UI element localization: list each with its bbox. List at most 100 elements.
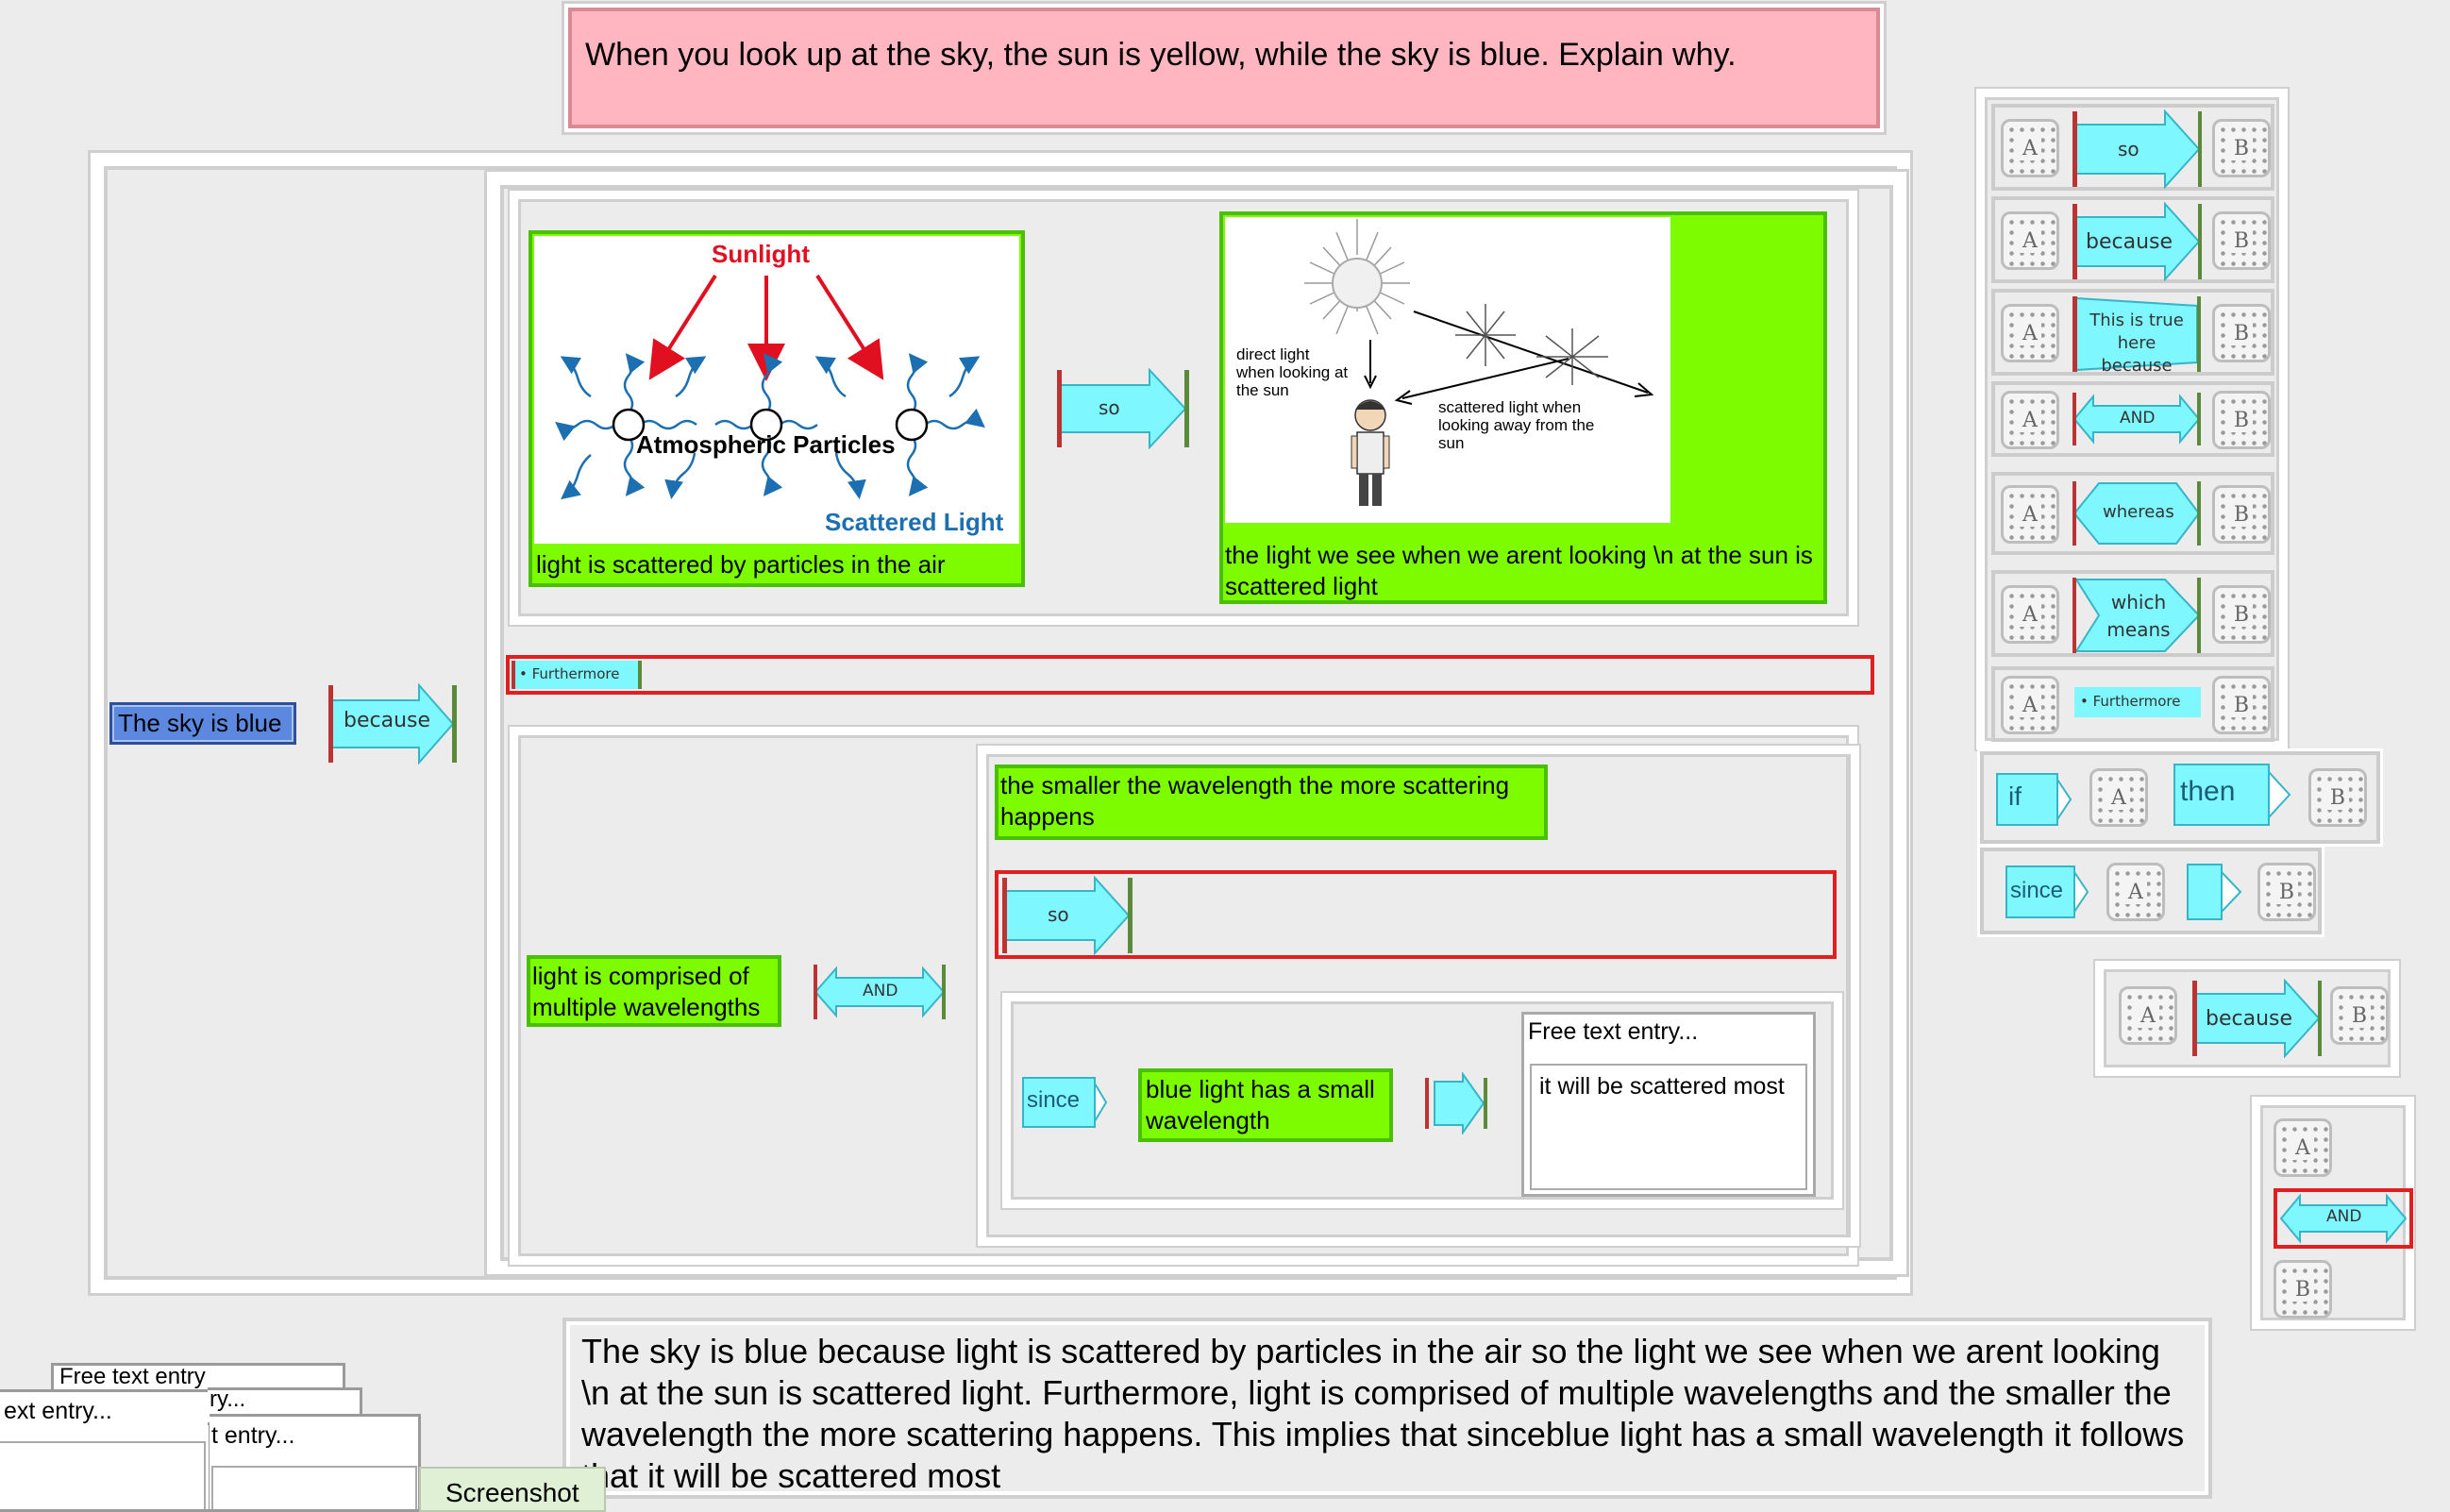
- slot-a-tile[interactable]: A: [2001, 119, 2059, 177]
- slot-a-tile[interactable]: A: [2001, 485, 2059, 544]
- slot-b-label: B: [2291, 1277, 2315, 1302]
- premise-wavelengths[interactable]: light is comprised of multiple wavelengt…: [527, 955, 781, 1027]
- floating-and-label: AND: [2326, 1207, 2362, 1226]
- stacked-window-2-input[interactable]: [0, 1441, 206, 1509]
- slot-b-label: B: [2229, 136, 2254, 160]
- floating-because-label: because: [2206, 1007, 2293, 1031]
- furthermore-chip-label: • Furthermore: [519, 665, 620, 682]
- slot-a-tile[interactable]: A: [2001, 676, 2059, 734]
- stacked-window-3-title: ry...: [210, 1387, 246, 1412]
- statement-wavelength-scattering[interactable]: the smaller the wavelength the more scat…: [995, 764, 1548, 840]
- slot-b-tile[interactable]: B: [2308, 768, 2367, 827]
- palette-whereas[interactable]: A whereas B: [1991, 472, 2274, 555]
- slot-b-tile[interactable]: B: [2212, 485, 2271, 544]
- free-text-title: Free text entry...: [1528, 1018, 1699, 1045]
- furthermore-chip[interactable]: • Furthermore: [512, 661, 642, 689]
- palette-so[interactable]: A so B: [1991, 104, 2274, 191]
- palette-because-arrow[interactable]: because: [2071, 201, 2203, 282]
- palette-and-arrow[interactable]: AND: [2071, 391, 2203, 447]
- if-connector[interactable]: if: [1995, 772, 2074, 827]
- so-connector[interactable]: so: [1055, 368, 1191, 449]
- stacked-window-2[interactable]: ext entry...: [0, 1389, 211, 1512]
- slot-b-tile[interactable]: B: [2212, 585, 2271, 644]
- free-text-input[interactable]: it will be scattered most: [1530, 1064, 1807, 1190]
- palette-because[interactable]: A because B: [1991, 196, 2274, 283]
- particles-label: Atmospheric Particles: [636, 430, 896, 459]
- palette-since-arrow[interactable]: [2186, 863, 2244, 921]
- slot-b-tile[interactable]: B: [2257, 863, 2316, 921]
- palette-whereas-arrow[interactable]: whereas: [2071, 479, 2203, 547]
- since-label: since: [1027, 1087, 1081, 1113]
- palette-so-arrow[interactable]: so: [2071, 109, 2203, 190]
- slot-a-label: A: [2137, 1003, 2159, 1028]
- evidence-card-scattering[interactable]: Sunlight Atmospheric Particles Scattered…: [529, 230, 1025, 587]
- palette-since[interactable]: since A B: [1980, 848, 2322, 934]
- slot-b-tile[interactable]: B: [2212, 391, 2271, 449]
- free-text-entry[interactable]: Free text entry... it will be scattered …: [1521, 1012, 1816, 1197]
- premise-blue-light[interactable]: blue light has a small wavelength: [1138, 1068, 1393, 1142]
- slot-a-label: A: [2019, 408, 2041, 432]
- slot-a-tile[interactable]: A: [2001, 211, 2059, 270]
- slot-b-tile[interactable]: B: [2212, 211, 2271, 270]
- then-connector[interactable]: then: [2173, 763, 2295, 827]
- palette-if-then[interactable]: if A then B: [1980, 751, 2380, 844]
- so-slot-label: so: [1048, 903, 1069, 926]
- claim-text: The sky is blue: [118, 709, 282, 737]
- so-slot-connector[interactable]: so: [1000, 876, 1134, 955]
- slot-a-tile[interactable]: A: [2001, 585, 2059, 644]
- stacked-window-4[interactable]: t entry...: [210, 1414, 421, 1512]
- implies-connector[interactable]: [1421, 1072, 1491, 1134]
- slot-a-tile[interactable]: A: [2001, 304, 2059, 362]
- palette-furthermore[interactable]: A • Furthermore B: [1991, 666, 2274, 742]
- stacked-window-2-title: ext entry...: [4, 1398, 112, 1424]
- slot-a-label: A: [2019, 693, 2041, 717]
- palette-since-connector[interactable]: since: [2005, 865, 2091, 919]
- screenshot-tab-label: Screenshot: [445, 1478, 579, 1507]
- palette-which-means[interactable]: A which means B: [1991, 570, 2274, 657]
- stacked-window-4-input[interactable]: [211, 1466, 417, 1509]
- slot-b-tile[interactable]: B: [2330, 986, 2389, 1045]
- slot-b-tile[interactable]: B: [2212, 304, 2271, 362]
- slot-b-tile[interactable]: B: [2212, 676, 2271, 734]
- floating-because-arrow[interactable]: because: [2190, 978, 2323, 1059]
- slot-b-label: B: [2229, 502, 2254, 527]
- palette-which-means-arrow[interactable]: which means: [2071, 576, 2203, 655]
- premise-blue-light-text: blue light has a small wavelength: [1146, 1075, 1375, 1134]
- slot-b-tile[interactable]: B: [2212, 119, 2271, 177]
- if-label: if: [2008, 781, 2022, 811]
- floating-and-arrow[interactable]: AND: [2274, 1188, 2413, 1249]
- free-text-value: it will be scattered most: [1539, 1073, 1785, 1100]
- so-slot[interactable]: so: [995, 870, 1837, 959]
- because-connector[interactable]: because: [327, 683, 459, 764]
- slot-a-tile[interactable]: A: [2119, 986, 2177, 1045]
- slot-a-tile[interactable]: A: [2106, 863, 2165, 921]
- slot-b-label: B: [2325, 785, 2350, 810]
- card2-caption: the light we see when we arent looking \…: [1225, 541, 1813, 600]
- palette-and[interactable]: A AND B: [1991, 381, 2274, 457]
- and-connector[interactable]: AND: [812, 963, 948, 1021]
- claim-box[interactable]: The sky is blue: [109, 702, 296, 745]
- slot-a-label: A: [2124, 880, 2147, 904]
- question-banner: When you look up at the sky, the sun is …: [568, 8, 1880, 128]
- answer-text: The sky is blue because light is scatter…: [581, 1332, 2185, 1495]
- palette-true-because-shape[interactable]: This is true here because: [2071, 294, 2203, 376]
- slot-a-tile[interactable]: A: [2089, 768, 2148, 827]
- floating-because-card[interactable]: A because B: [2095, 961, 2399, 1076]
- floating-and-card[interactable]: A AND B: [2252, 1097, 2414, 1329]
- screenshot-tab[interactable]: Screenshot: [419, 1467, 606, 1512]
- scattered-observer-label: scattered light when looking away from t…: [1438, 398, 1595, 452]
- evidence-card-observer[interactable]: direct light when looking at the sun sca…: [1219, 211, 1827, 604]
- since-connector[interactable]: since: [1021, 1074, 1108, 1131]
- answer-text-area[interactable]: The sky is blue because light is scatter…: [562, 1318, 2212, 1499]
- so-label: so: [1099, 396, 1120, 419]
- palette-furthermore-chip[interactable]: • Furthermore: [2074, 687, 2201, 717]
- palette-because-label: because: [2086, 230, 2173, 254]
- slot-a-tile[interactable]: A: [2274, 1118, 2332, 1177]
- palette-since-label: since: [2010, 878, 2064, 903]
- slot-a-tile[interactable]: A: [2001, 391, 2059, 449]
- slot-a-label: A: [2019, 228, 2041, 253]
- palette-true-because[interactable]: A This is true here because B: [1991, 289, 2274, 376]
- slot-a-label: A: [2019, 502, 2041, 527]
- furthermore-slot[interactable]: • Furthermore: [506, 655, 1874, 695]
- slot-b-tile[interactable]: B: [2274, 1260, 2332, 1319]
